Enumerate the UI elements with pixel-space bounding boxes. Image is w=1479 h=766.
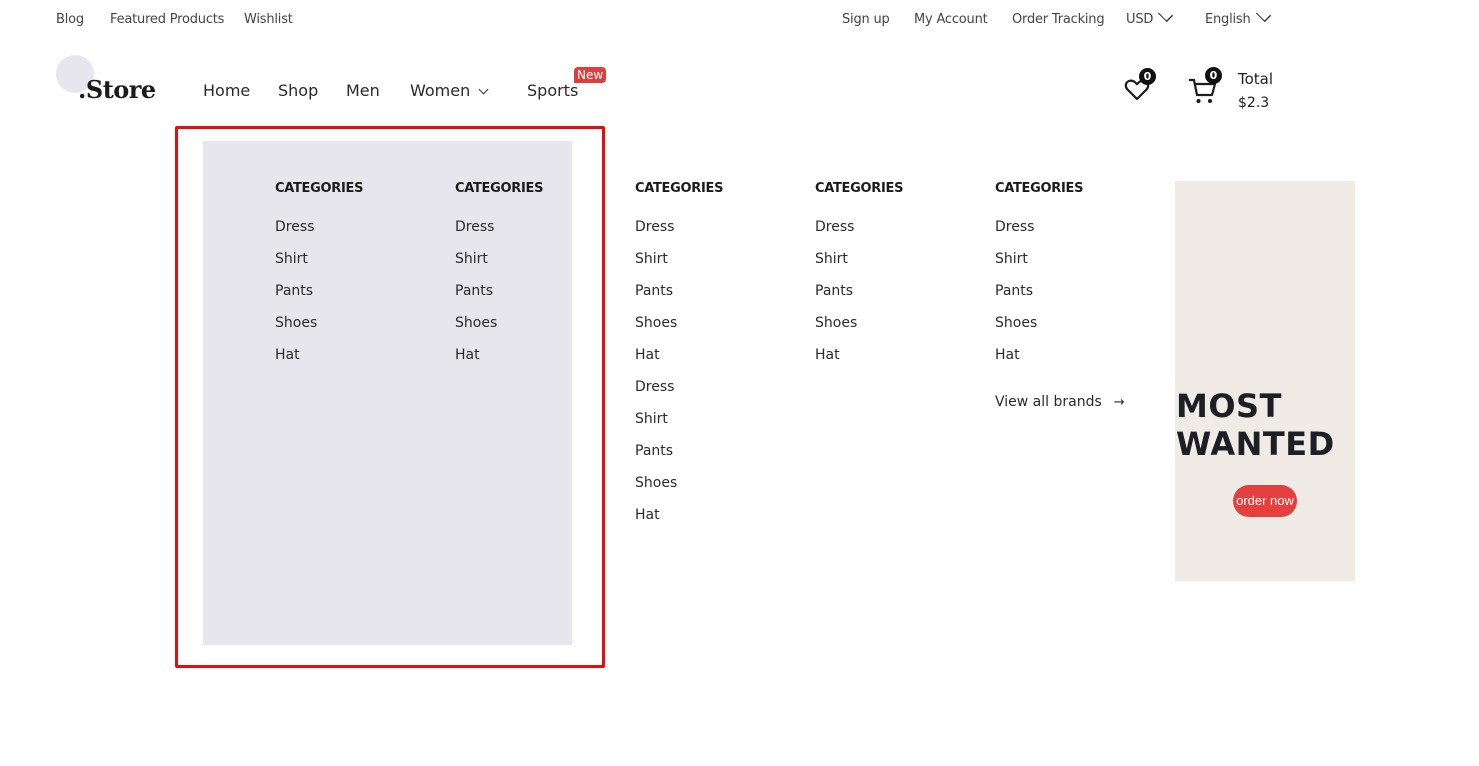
- chevron-down-icon: [478, 84, 489, 95]
- menu-item[interactable]: Shoes: [815, 315, 903, 347]
- menu-item[interactable]: Dress: [815, 219, 903, 251]
- menu-item[interactable]: Hat: [635, 507, 723, 539]
- menu-item[interactable]: Shoes: [455, 315, 543, 347]
- chevron-down-icon: [1255, 6, 1271, 23]
- menu-item[interactable]: Pants: [635, 283, 723, 315]
- language-selector[interactable]: English: [1205, 6, 1271, 27]
- menu-item[interactable]: Pants: [455, 283, 543, 315]
- menu-item[interactable]: Hat: [455, 347, 543, 379]
- currency-selector[interactable]: USD: [1126, 6, 1174, 27]
- chevron-down-icon: [1158, 6, 1174, 23]
- menu-item[interactable]: Shoes: [635, 475, 723, 507]
- menu-item[interactable]: Shirt: [995, 251, 1083, 283]
- topbar-link-wishlist[interactable]: Wishlist: [244, 12, 293, 27]
- nav-home[interactable]: Home: [203, 81, 250, 100]
- nav-women[interactable]: Women: [410, 81, 489, 100]
- topbar-link-blog[interactable]: Blog: [56, 12, 84, 27]
- cart-count-badge: 0: [1205, 67, 1222, 84]
- menu-item[interactable]: Shirt: [635, 411, 723, 443]
- column-title: CATEGORIES: [455, 181, 544, 196]
- menu-item[interactable]: Shirt: [455, 251, 543, 283]
- menu-item[interactable]: Shoes: [635, 315, 723, 347]
- menu-item[interactable]: Dress: [275, 219, 363, 251]
- order-now-button[interactable]: order now: [1233, 485, 1297, 517]
- menu-item[interactable]: Shoes: [995, 315, 1083, 347]
- promo-title-line-2: WANTED: [1176, 425, 1335, 463]
- topbar-link-featured-products[interactable]: Featured Products: [110, 12, 224, 27]
- menu-item[interactable]: Pants: [995, 283, 1083, 315]
- menu-item[interactable]: Dress: [635, 379, 723, 411]
- promo-title: MOST WANTED: [1176, 387, 1335, 463]
- wishlist-count-badge: 0: [1139, 68, 1156, 85]
- new-badge: New: [574, 67, 607, 83]
- language-value: English: [1205, 12, 1251, 27]
- menu-item[interactable]: Shirt: [275, 251, 363, 283]
- promo-banner: MOST WANTED order now: [1175, 181, 1355, 581]
- arrow-right-icon: →: [1113, 395, 1125, 410]
- topbar-link-my-account[interactable]: My Account: [914, 12, 988, 27]
- menu-column-1: CATEGORIES Dress Shirt Pants Shoes Hat: [275, 180, 363, 379]
- view-all-brands-link[interactable]: View all brands →: [995, 394, 1125, 410]
- view-all-label: View all brands: [995, 394, 1102, 410]
- currency-value: USD: [1126, 12, 1154, 27]
- menu-column-4: CATEGORIES Dress Shirt Pants Shoes Hat: [815, 180, 903, 379]
- menu-item[interactable]: Hat: [815, 347, 903, 379]
- menu-item[interactable]: Pants: [635, 443, 723, 475]
- nav-shop[interactable]: Shop: [278, 81, 318, 100]
- menu-item[interactable]: Pants: [275, 283, 363, 315]
- nav-women-label: Women: [410, 81, 471, 100]
- cart-total-value: $2.3: [1238, 95, 1270, 111]
- topbar-link-order-tracking[interactable]: Order Tracking: [1012, 12, 1105, 27]
- menu-item[interactable]: Dress: [635, 219, 723, 251]
- nav-men[interactable]: Men: [346, 81, 380, 100]
- menu-item[interactable]: Pants: [815, 283, 903, 315]
- cart-total-label: Total: [1238, 70, 1274, 88]
- menu-item[interactable]: Dress: [995, 219, 1083, 251]
- nav-sports[interactable]: Sports: [527, 81, 578, 100]
- logo[interactable]: .Store: [78, 75, 156, 104]
- menu-item[interactable]: Hat: [635, 347, 723, 379]
- topbar-link-sign-up[interactable]: Sign up: [842, 12, 890, 27]
- menu-column-2: CATEGORIES Dress Shirt Pants Shoes Hat: [455, 180, 543, 379]
- menu-item[interactable]: Hat: [275, 347, 363, 379]
- column-title: CATEGORIES: [635, 181, 724, 196]
- menu-item[interactable]: Hat: [995, 347, 1083, 379]
- column-title: CATEGORIES: [815, 181, 904, 196]
- menu-item[interactable]: Dress: [455, 219, 543, 251]
- menu-column-5: CATEGORIES Dress Shirt Pants Shoes Hat: [995, 180, 1083, 379]
- menu-item[interactable]: Shoes: [275, 315, 363, 347]
- column-title: CATEGORIES: [995, 181, 1084, 196]
- menu-column-3: CATEGORIES Dress Shirt Pants Shoes Hat D…: [635, 180, 723, 539]
- promo-title-line-1: MOST: [1176, 387, 1282, 425]
- column-title: CATEGORIES: [275, 181, 364, 196]
- menu-item[interactable]: Shirt: [815, 251, 903, 283]
- menu-item[interactable]: Shirt: [635, 251, 723, 283]
